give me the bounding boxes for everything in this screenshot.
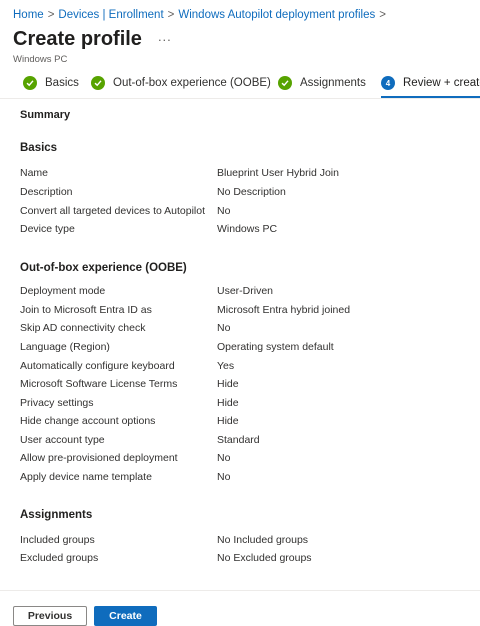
field-value: Yes bbox=[217, 360, 235, 372]
title-row: Create profile ... bbox=[13, 28, 172, 51]
breadcrumb: Home > Devices | Enrollment > Windows Autopi… bbox=[13, 9, 390, 21]
field-value: Microsoft Entra hybrid joined bbox=[217, 304, 351, 316]
breadcrumb-separator: > bbox=[167, 9, 175, 21]
oobe-heading: Out-of-box experience (OOBE) bbox=[20, 262, 187, 274]
field-value: Windows PC bbox=[217, 223, 278, 235]
step-oobe[interactable]: Out-of-box experience (OOBE) bbox=[91, 76, 271, 90]
field-label: Device type bbox=[20, 223, 75, 235]
step-label: Out-of-box experience (OOBE) bbox=[113, 77, 271, 89]
step-label: Basics bbox=[45, 77, 79, 89]
step-label: Assignments bbox=[300, 77, 366, 89]
field-value: Hide bbox=[217, 378, 239, 390]
summary-heading: Summary bbox=[20, 109, 71, 121]
field-value: Operating system default bbox=[217, 341, 334, 353]
assignments-heading: Assignments bbox=[20, 509, 93, 521]
field-label: Name bbox=[20, 167, 49, 179]
page-subtitle: Windows PC bbox=[13, 54, 68, 65]
checkmark-icon bbox=[91, 76, 105, 90]
field-label: Convert all targeted devices to Autopilo… bbox=[20, 205, 206, 217]
create-button[interactable]: Create bbox=[94, 606, 157, 626]
field-value: No Description bbox=[217, 186, 286, 198]
field-label: Skip AD connectivity check bbox=[20, 322, 146, 334]
breadcrumb-separator: > bbox=[47, 9, 55, 21]
field-label: Apply device name template bbox=[20, 471, 152, 483]
field-label: Join to Microsoft Entra ID as bbox=[20, 304, 152, 316]
breadcrumb-devices-enrollment-link[interactable]: Devices | Enrollment bbox=[58, 9, 163, 21]
footer-divider bbox=[0, 590, 480, 591]
field-label: Deployment mode bbox=[20, 285, 106, 297]
step-assignments[interactable]: Assignments bbox=[278, 76, 366, 90]
field-label: Included groups bbox=[20, 534, 95, 546]
breadcrumb-separator: > bbox=[379, 9, 386, 21]
field-value: Blueprint User Hybrid Join bbox=[217, 167, 339, 179]
breadcrumb-autopilot-profiles-link[interactable]: Windows Autopilot deployment profiles bbox=[178, 9, 375, 21]
field-label: Excluded groups bbox=[20, 552, 99, 564]
wizard-steps: Basics Out-of-box experience (OOBE) Assi… bbox=[13, 76, 480, 98]
basics-heading: Basics bbox=[20, 142, 58, 154]
previous-button[interactable]: Previous bbox=[13, 606, 87, 626]
field-label: User account type bbox=[20, 434, 105, 446]
field-label: Description bbox=[20, 186, 73, 198]
field-label: Language (Region) bbox=[20, 341, 110, 353]
field-value: No bbox=[217, 205, 231, 217]
field-label: Automatically configure keyboard bbox=[20, 360, 175, 372]
field-label: Hide change account options bbox=[20, 415, 156, 427]
field-label: Privacy settings bbox=[20, 397, 94, 409]
step-label: Review + create bbox=[403, 77, 480, 89]
field-value: User-Driven bbox=[217, 285, 274, 297]
field-value: No Included groups bbox=[217, 534, 309, 546]
field-label: Allow pre-provisioned deployment bbox=[20, 452, 178, 464]
field-value: No bbox=[217, 471, 231, 483]
checkmark-icon bbox=[23, 76, 37, 90]
step-number-icon: 4 bbox=[381, 76, 395, 90]
step-review-create[interactable]: 4 Review + create bbox=[381, 76, 480, 90]
step-basics[interactable]: Basics bbox=[23, 76, 79, 90]
breadcrumb-home-link[interactable]: Home bbox=[13, 9, 44, 21]
field-value: No Excluded groups bbox=[217, 552, 312, 564]
checkmark-icon bbox=[278, 76, 292, 90]
field-value: Standard bbox=[217, 434, 260, 446]
tab-divider bbox=[0, 98, 480, 99]
field-value: No bbox=[217, 452, 231, 464]
field-value: Hide bbox=[217, 397, 239, 409]
more-options-icon[interactable]: ... bbox=[158, 29, 172, 44]
field-label: Microsoft Software License Terms bbox=[20, 378, 178, 390]
page-title: Create profile bbox=[13, 28, 142, 50]
field-value: Hide bbox=[217, 415, 239, 427]
field-value: No bbox=[217, 322, 231, 334]
